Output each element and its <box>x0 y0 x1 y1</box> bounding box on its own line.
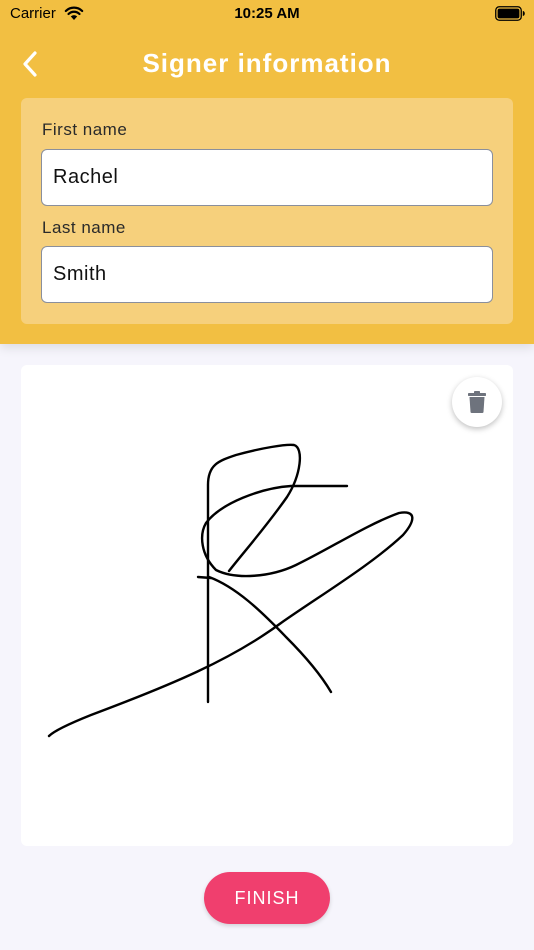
signer-form-card: First name Last name <box>21 98 513 324</box>
status-time: 10:25 AM <box>234 5 300 22</box>
page-title: Signer information <box>142 48 392 78</box>
signature-drawing <box>47 443 414 738</box>
finish-button[interactable]: FINISH <box>204 872 330 924</box>
last-name-label: Last name <box>42 218 126 237</box>
delete-signature-button[interactable] <box>452 377 502 427</box>
first-name-field[interactable] <box>41 149 493 206</box>
signature-pad[interactable] <box>21 365 513 846</box>
first-name-label: First name <box>42 120 128 139</box>
last-name-field[interactable] <box>41 246 493 303</box>
header: Carrier 10:25 AM Signer information Firs… <box>0 0 534 344</box>
battery-icon <box>495 6 525 21</box>
trash-icon <box>468 391 486 413</box>
navigation-bar: Signer information <box>0 36 534 90</box>
signer-information-screen: Carrier 10:25 AM Signer information Firs… <box>0 0 534 950</box>
status-bar: Carrier 10:25 AM <box>0 0 534 30</box>
